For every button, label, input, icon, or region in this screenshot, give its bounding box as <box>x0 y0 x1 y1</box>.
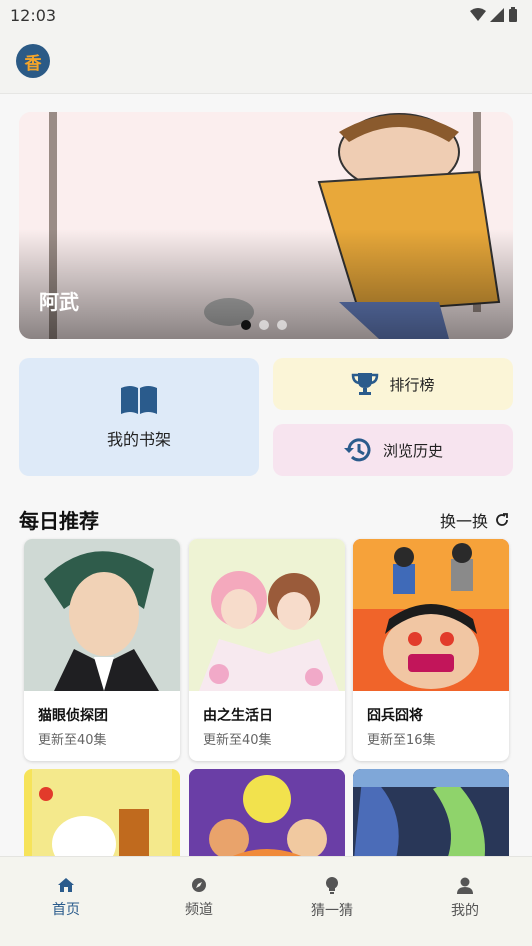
banner-dot-1[interactable] <box>241 320 251 330</box>
comic-cover <box>24 539 180 691</box>
comic-card[interactable] <box>353 769 509 869</box>
compass-icon <box>192 878 206 892</box>
nav-mine[interactable]: 我的 <box>420 877 510 920</box>
comic-update: 更新至40集 <box>38 733 107 748</box>
history-label: 浏览历史 <box>382 441 443 460</box>
refresh-label: 换一换 <box>439 512 488 531</box>
history-button[interactable]: 浏览历史 <box>273 424 513 476</box>
comic-title: 由之生活日 <box>203 708 273 724</box>
app-header: 香 <box>0 30 532 94</box>
history-icon <box>343 438 371 462</box>
status-time: 12:03 <box>10 6 57 25</box>
ranking-label: 排行榜 <box>389 375 435 394</box>
nav-channel[interactable]: 频道 <box>154 877 244 919</box>
comic-card[interactable] <box>24 769 180 869</box>
bottom-nav: 首页 频道 猜一猜 我的 <box>0 856 532 946</box>
nav-guess-label: 猜一猜 <box>311 903 353 919</box>
comic-card[interactable]: 猫眼侦探团 更新至40集 <box>24 539 180 761</box>
bookshelf-label: 我的书架 <box>106 430 171 449</box>
banner-dot-3[interactable] <box>277 320 287 330</box>
comic-card[interactable] <box>189 769 345 869</box>
comic-cover <box>24 769 180 869</box>
wifi-icon <box>470 8 486 21</box>
comic-update: 更新至40集 <box>203 733 272 748</box>
nav-mine-label: 我的 <box>451 903 479 919</box>
trophy-icon <box>352 373 379 395</box>
banner-title: 阿武 <box>39 290 79 314</box>
comic-card[interactable]: 由之生活日 更新至40集 <box>189 539 345 761</box>
bulb-icon <box>326 877 338 894</box>
nav-channel-label: 频道 <box>185 902 213 918</box>
my-bookshelf-button[interactable]: 我的书架 <box>19 358 259 476</box>
home-icon <box>58 878 74 892</box>
nav-home-label: 首页 <box>52 902 80 918</box>
refresh-button[interactable]: 换一换 <box>440 508 510 532</box>
ranking-button[interactable]: 排行榜 <box>273 358 513 410</box>
nav-home[interactable]: 首页 <box>21 877 111 919</box>
book-icon <box>121 386 157 414</box>
comic-cover <box>189 769 345 869</box>
comic-title: 囧兵囧将 <box>367 708 423 724</box>
banner-dot-2[interactable] <box>259 320 269 330</box>
daily-recommend-title: 每日推荐 <box>19 509 99 533</box>
battery-icon <box>509 7 517 22</box>
comic-card[interactable]: 囧兵囧将 更新至16集 <box>353 539 509 761</box>
nav-guess[interactable]: 猜一猜 <box>287 877 377 920</box>
refresh-icon <box>496 513 508 526</box>
comic-title: 猫眼侦探团 <box>38 708 108 724</box>
banner-dots <box>241 320 287 330</box>
comic-cover <box>353 539 509 691</box>
person-icon <box>457 877 473 894</box>
signal-icon <box>490 8 504 22</box>
status-bar: 12:03 <box>0 0 532 30</box>
banner-carousel[interactable]: 阿武 <box>19 112 513 339</box>
status-icons <box>470 7 518 23</box>
comic-update: 更新至16集 <box>367 733 436 748</box>
app-logo[interactable]: 香 <box>16 44 50 78</box>
comic-cover <box>189 539 345 691</box>
comic-cover <box>353 769 509 869</box>
